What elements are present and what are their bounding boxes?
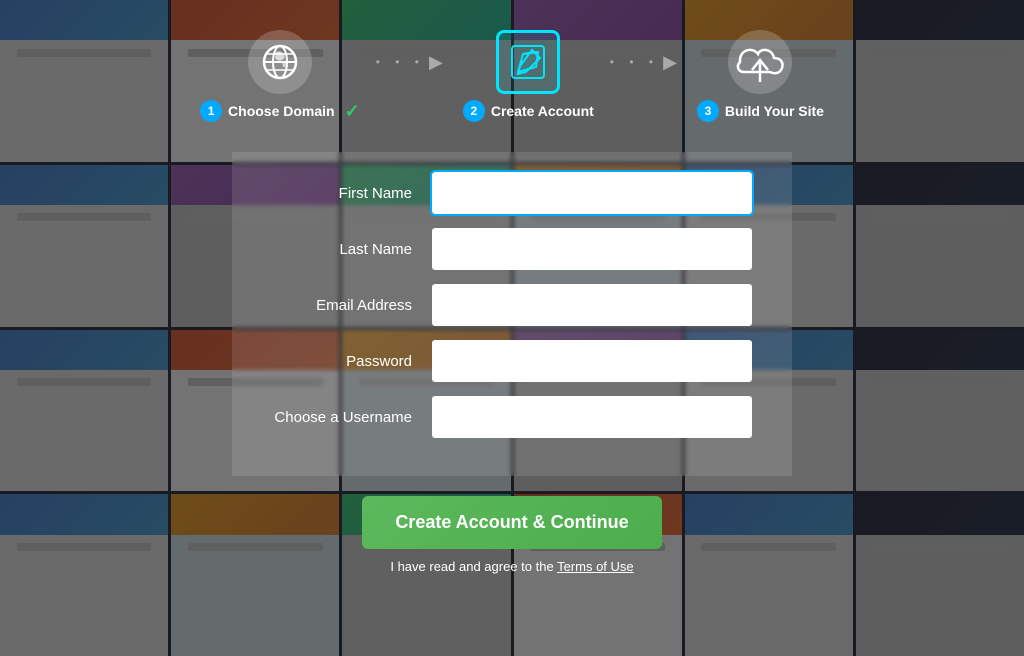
submit-button[interactable]: Create Account & Continue: [362, 496, 662, 549]
first-name-row: First Name: [272, 172, 752, 214]
globe-icon: [248, 30, 312, 94]
password-input[interactable]: [432, 340, 752, 382]
terms-link[interactable]: Terms of Use: [557, 559, 634, 574]
check-icon: ✓: [345, 101, 360, 122]
main-content: 1 Choose Domain ✓ • • • ▶: [0, 0, 1024, 656]
steps-nav: 1 Choose Domain ✓ • • • ▶: [200, 30, 824, 122]
email-label: Email Address: [272, 297, 432, 314]
last-name-label: Last Name: [272, 241, 432, 258]
step-1-label: 1 Choose Domain ✓: [200, 100, 360, 122]
username-label: Choose a Username: [272, 409, 432, 426]
password-row: Password: [272, 340, 752, 382]
step-2-number: 2: [463, 100, 485, 122]
divider-2: • • • ▶: [594, 52, 697, 73]
step-1-number: 1: [200, 100, 222, 122]
step-3-label: 3 Build Your Site: [697, 100, 824, 122]
password-label: Password: [272, 353, 432, 370]
terms-text: I have read and agree to the Terms of Us…: [390, 559, 633, 574]
email-row: Email Address: [272, 284, 752, 326]
step-2-label: 2 Create Account: [463, 100, 594, 122]
step-3-number: 3: [697, 100, 719, 122]
username-input[interactable]: [432, 396, 752, 438]
email-input[interactable]: [432, 284, 752, 326]
cloud-upload-icon: [728, 30, 792, 94]
create-account-form: First Name Last Name Email Address Passw…: [232, 152, 792, 476]
step-3-icon: 3 Build Your Site: [697, 30, 824, 122]
pencil-icon: [496, 30, 560, 94]
first-name-label: First Name: [272, 185, 432, 202]
username-row: Choose a Username: [272, 396, 752, 438]
divider-1: • • • ▶: [360, 52, 463, 73]
last-name-input[interactable]: [432, 228, 752, 270]
last-name-row: Last Name: [272, 228, 752, 270]
step-1-icon: 1 Choose Domain ✓: [200, 30, 360, 122]
step-2-icon: 2 Create Account: [463, 30, 594, 122]
first-name-input[interactable]: [432, 172, 752, 214]
